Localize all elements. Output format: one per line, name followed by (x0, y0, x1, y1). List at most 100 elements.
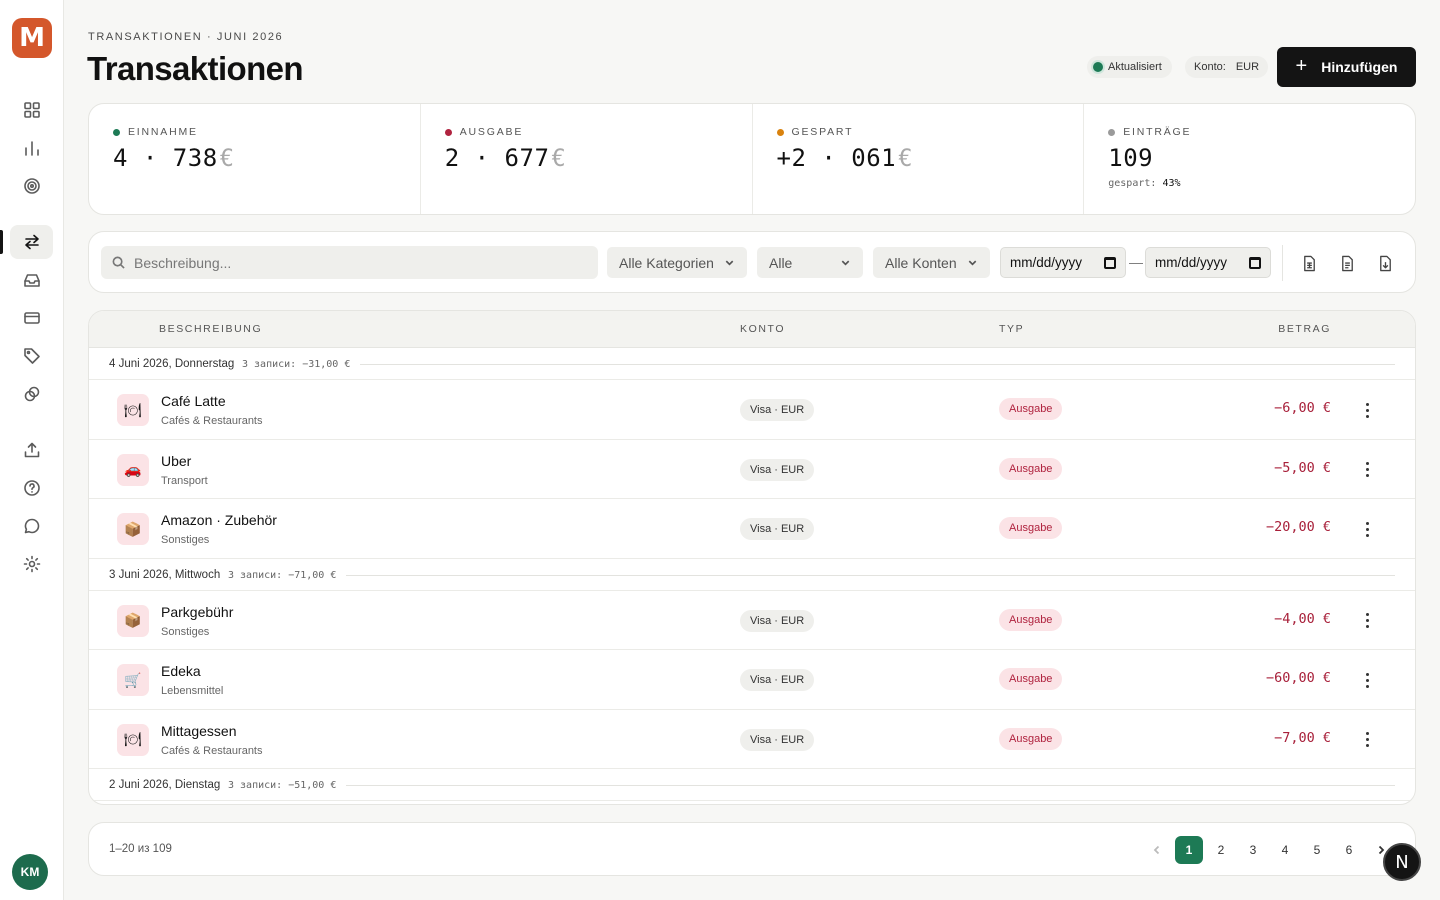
transaction-name: Mittagessen (161, 722, 237, 739)
date-from-input[interactable]: mm/dd/yyyy (1000, 247, 1126, 278)
row-more-icon[interactable] (1357, 460, 1377, 480)
download-file-icon[interactable] (1373, 251, 1397, 275)
currency-nav-icon[interactable] (10, 377, 53, 411)
chat-nav-icon[interactable] (10, 509, 53, 543)
col-type[interactable]: TYP (999, 323, 1024, 335)
type-badge: Ausgabe (999, 517, 1063, 539)
chevron-down-icon (725, 260, 734, 266)
row-more-icon[interactable] (1357, 730, 1377, 750)
type-badge: Ausgabe (999, 457, 1063, 480)
status-dot-icon (1093, 62, 1103, 72)
search-input[interactable] (134, 254, 574, 271)
transactions-nav-icon[interactable] (10, 225, 53, 259)
table-row[interactable]: 🍽 Mittagessen Cafés & Restaurants Visa · EU… (89, 710, 1415, 769)
stat-value: 2 · 677 (444, 144, 550, 172)
group-divider (360, 364, 1395, 365)
chevron-left-icon (1153, 845, 1160, 855)
transaction-amount: −5,00 € (1274, 459, 1331, 476)
floating-n-badge[interactable]: N (1383, 843, 1421, 881)
group-summary: 3 записи: −51,00 € (228, 780, 337, 791)
inbox-nav-icon[interactable] (10, 263, 53, 297)
table-row[interactable]: 🍽 Café Latte Cafés & Restaurants Visa · EUR… (89, 380, 1415, 440)
date-to-value: mm/dd/yyyy (1155, 255, 1228, 270)
account-badge: Visa · EUR (740, 399, 815, 421)
calendar-icon[interactable] (1104, 256, 1116, 269)
transaction-amount: −4,00 € (1274, 610, 1331, 627)
date-range-separator: — (1129, 254, 1143, 270)
transaction-category: Sonstiges (161, 625, 210, 638)
cards-nav-icon[interactable] (10, 301, 53, 335)
chevron-down-icon (841, 260, 850, 266)
currency-account-badge[interactable]: Konto: EUR (1185, 56, 1269, 78)
stat-value: +2 · 061 (776, 144, 897, 172)
transaction-name: Parkgebühr (161, 603, 234, 620)
row-more-icon[interactable] (1357, 400, 1377, 420)
goals-target-icon[interactable] (10, 169, 53, 203)
page-number-button[interactable]: 5 (1303, 836, 1331, 864)
row-more-icon[interactable] (1357, 611, 1377, 631)
table-row[interactable]: 🛒 Edeka Lebensmittel Visa · EUR Ausgabe −60,0… (89, 650, 1415, 710)
col-account[interactable]: KONTO (740, 323, 785, 335)
calendar-icon[interactable] (1249, 256, 1261, 269)
account-badge: Visa · EUR (740, 458, 815, 481)
dashboard-nav-icon[interactable] (10, 93, 53, 127)
col-description[interactable]: BESCHREIBUNG (159, 323, 262, 335)
stat-label: GESPART (791, 126, 854, 138)
settings-gear-icon[interactable] (10, 547, 53, 581)
type-select[interactable]: Alle (757, 247, 863, 278)
upload-nav-icon[interactable] (10, 433, 53, 467)
help-nav-icon[interactable] (10, 471, 53, 505)
entries-dot-icon (1108, 128, 1116, 136)
pagination-bar: 1–20 из 109 123456 (88, 822, 1416, 876)
tags-nav-icon[interactable] (10, 339, 53, 373)
row-more-icon[interactable] (1357, 519, 1377, 539)
search-box[interactable] (101, 246, 598, 279)
page-number-button[interactable]: 3 (1239, 836, 1267, 864)
group-divider (346, 785, 1395, 786)
expense-dot-icon (444, 128, 452, 136)
export-document-icon[interactable] (1335, 251, 1359, 275)
page-eyebrow: TRANSAKTIONEN · JUNI 2026 (88, 31, 284, 43)
account-select-value: Alle Konten (885, 254, 957, 271)
prev-page-button[interactable] (1143, 836, 1171, 864)
app-logo[interactable]: M (12, 18, 52, 58)
page-number-button[interactable]: 1 (1175, 836, 1203, 864)
group-date: 2 Juni 2026, Dienstag (109, 779, 221, 791)
category-select[interactable]: Alle Kategorien (607, 247, 747, 278)
user-avatar[interactable]: KM (12, 854, 48, 890)
transaction-name: Edeka (161, 663, 201, 679)
account-select[interactable]: Alle Konten (873, 247, 990, 278)
row-more-icon[interactable] (1357, 670, 1377, 690)
transactions-table: BESCHREIBUNG KONTO TYP BETRAG 4 Juni 202… (88, 310, 1416, 805)
transaction-category: Lebensmittel (161, 685, 224, 697)
col-amount[interactable]: BETRAG (1278, 323, 1331, 335)
date-group-header: 2 Juni 2026, Dienstag 3 записи: −51,00 € (89, 769, 1415, 801)
saved-dot-icon (776, 128, 784, 136)
group-summary: 3 записи: −71,00 € (228, 569, 337, 581)
table-row[interactable]: 📦 Parkgebühr Sonstiges Visa · EUR Ausgabe −4,… (89, 591, 1415, 650)
export-csv-icon[interactable] (1297, 251, 1321, 275)
stat-entries: EINTRÄGE 109 gespart: 43% (1084, 104, 1415, 214)
stat-currency: € (898, 144, 914, 172)
account-badge: Visa · EUR (740, 609, 815, 632)
filter-bar: Alle Kategorien Alle Alle Konten mm/dd/y… (88, 231, 1416, 293)
category-icon: 📦 (117, 513, 149, 545)
table-row[interactable]: 📦 Amazon · Zubehör Sonstiges Visa · EUR Ausg… (89, 499, 1415, 559)
page-number-button[interactable]: 6 (1335, 836, 1363, 864)
category-icon: 📦 (117, 604, 149, 637)
group-date: 3 Juni 2026, Mittwoch (109, 568, 221, 581)
page-number-button[interactable]: 4 (1271, 836, 1299, 864)
analytics-nav-icon[interactable] (10, 131, 53, 165)
category-select-value: Alle Kategorien (619, 254, 714, 271)
add-transaction-button[interactable]: + Hinzufügen (1277, 47, 1416, 87)
table-row[interactable]: 🚗 Uber Transport Visa · EUR Ausgabe −5,00 € (89, 440, 1415, 499)
filter-divider (1282, 245, 1283, 281)
date-to-input[interactable]: mm/dd/yyyy (1145, 247, 1271, 278)
stat-label: EINTRÄGE (1123, 126, 1192, 138)
page-number-button[interactable]: 2 (1207, 836, 1235, 864)
category-icon: 🛒 (117, 664, 149, 696)
account-badge: Visa · EUR (740, 728, 815, 751)
transaction-name: Uber (161, 452, 192, 469)
stat-currency: € (551, 144, 567, 172)
group-date: 4 Juni 2026, Donnerstag (109, 358, 235, 370)
